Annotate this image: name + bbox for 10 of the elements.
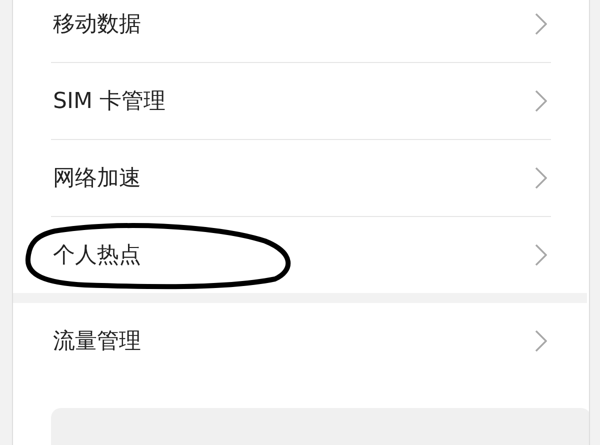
chevron-right-icon [535, 13, 547, 35]
settings-item[interactable]: 网络加速 [51, 163, 141, 193]
chevron-right-icon [535, 90, 547, 112]
chevron-right-icon [535, 244, 547, 266]
settings-item[interactable]: 个人热点 [51, 240, 141, 270]
settings-item[interactable]: 移动数据 [51, 9, 141, 39]
settings-item[interactable]: SIM 卡管理 [51, 86, 166, 116]
chevron-right-icon [535, 330, 547, 352]
settings-item[interactable]: 流量管理 [51, 326, 141, 356]
chevron-right-icon [535, 167, 547, 189]
